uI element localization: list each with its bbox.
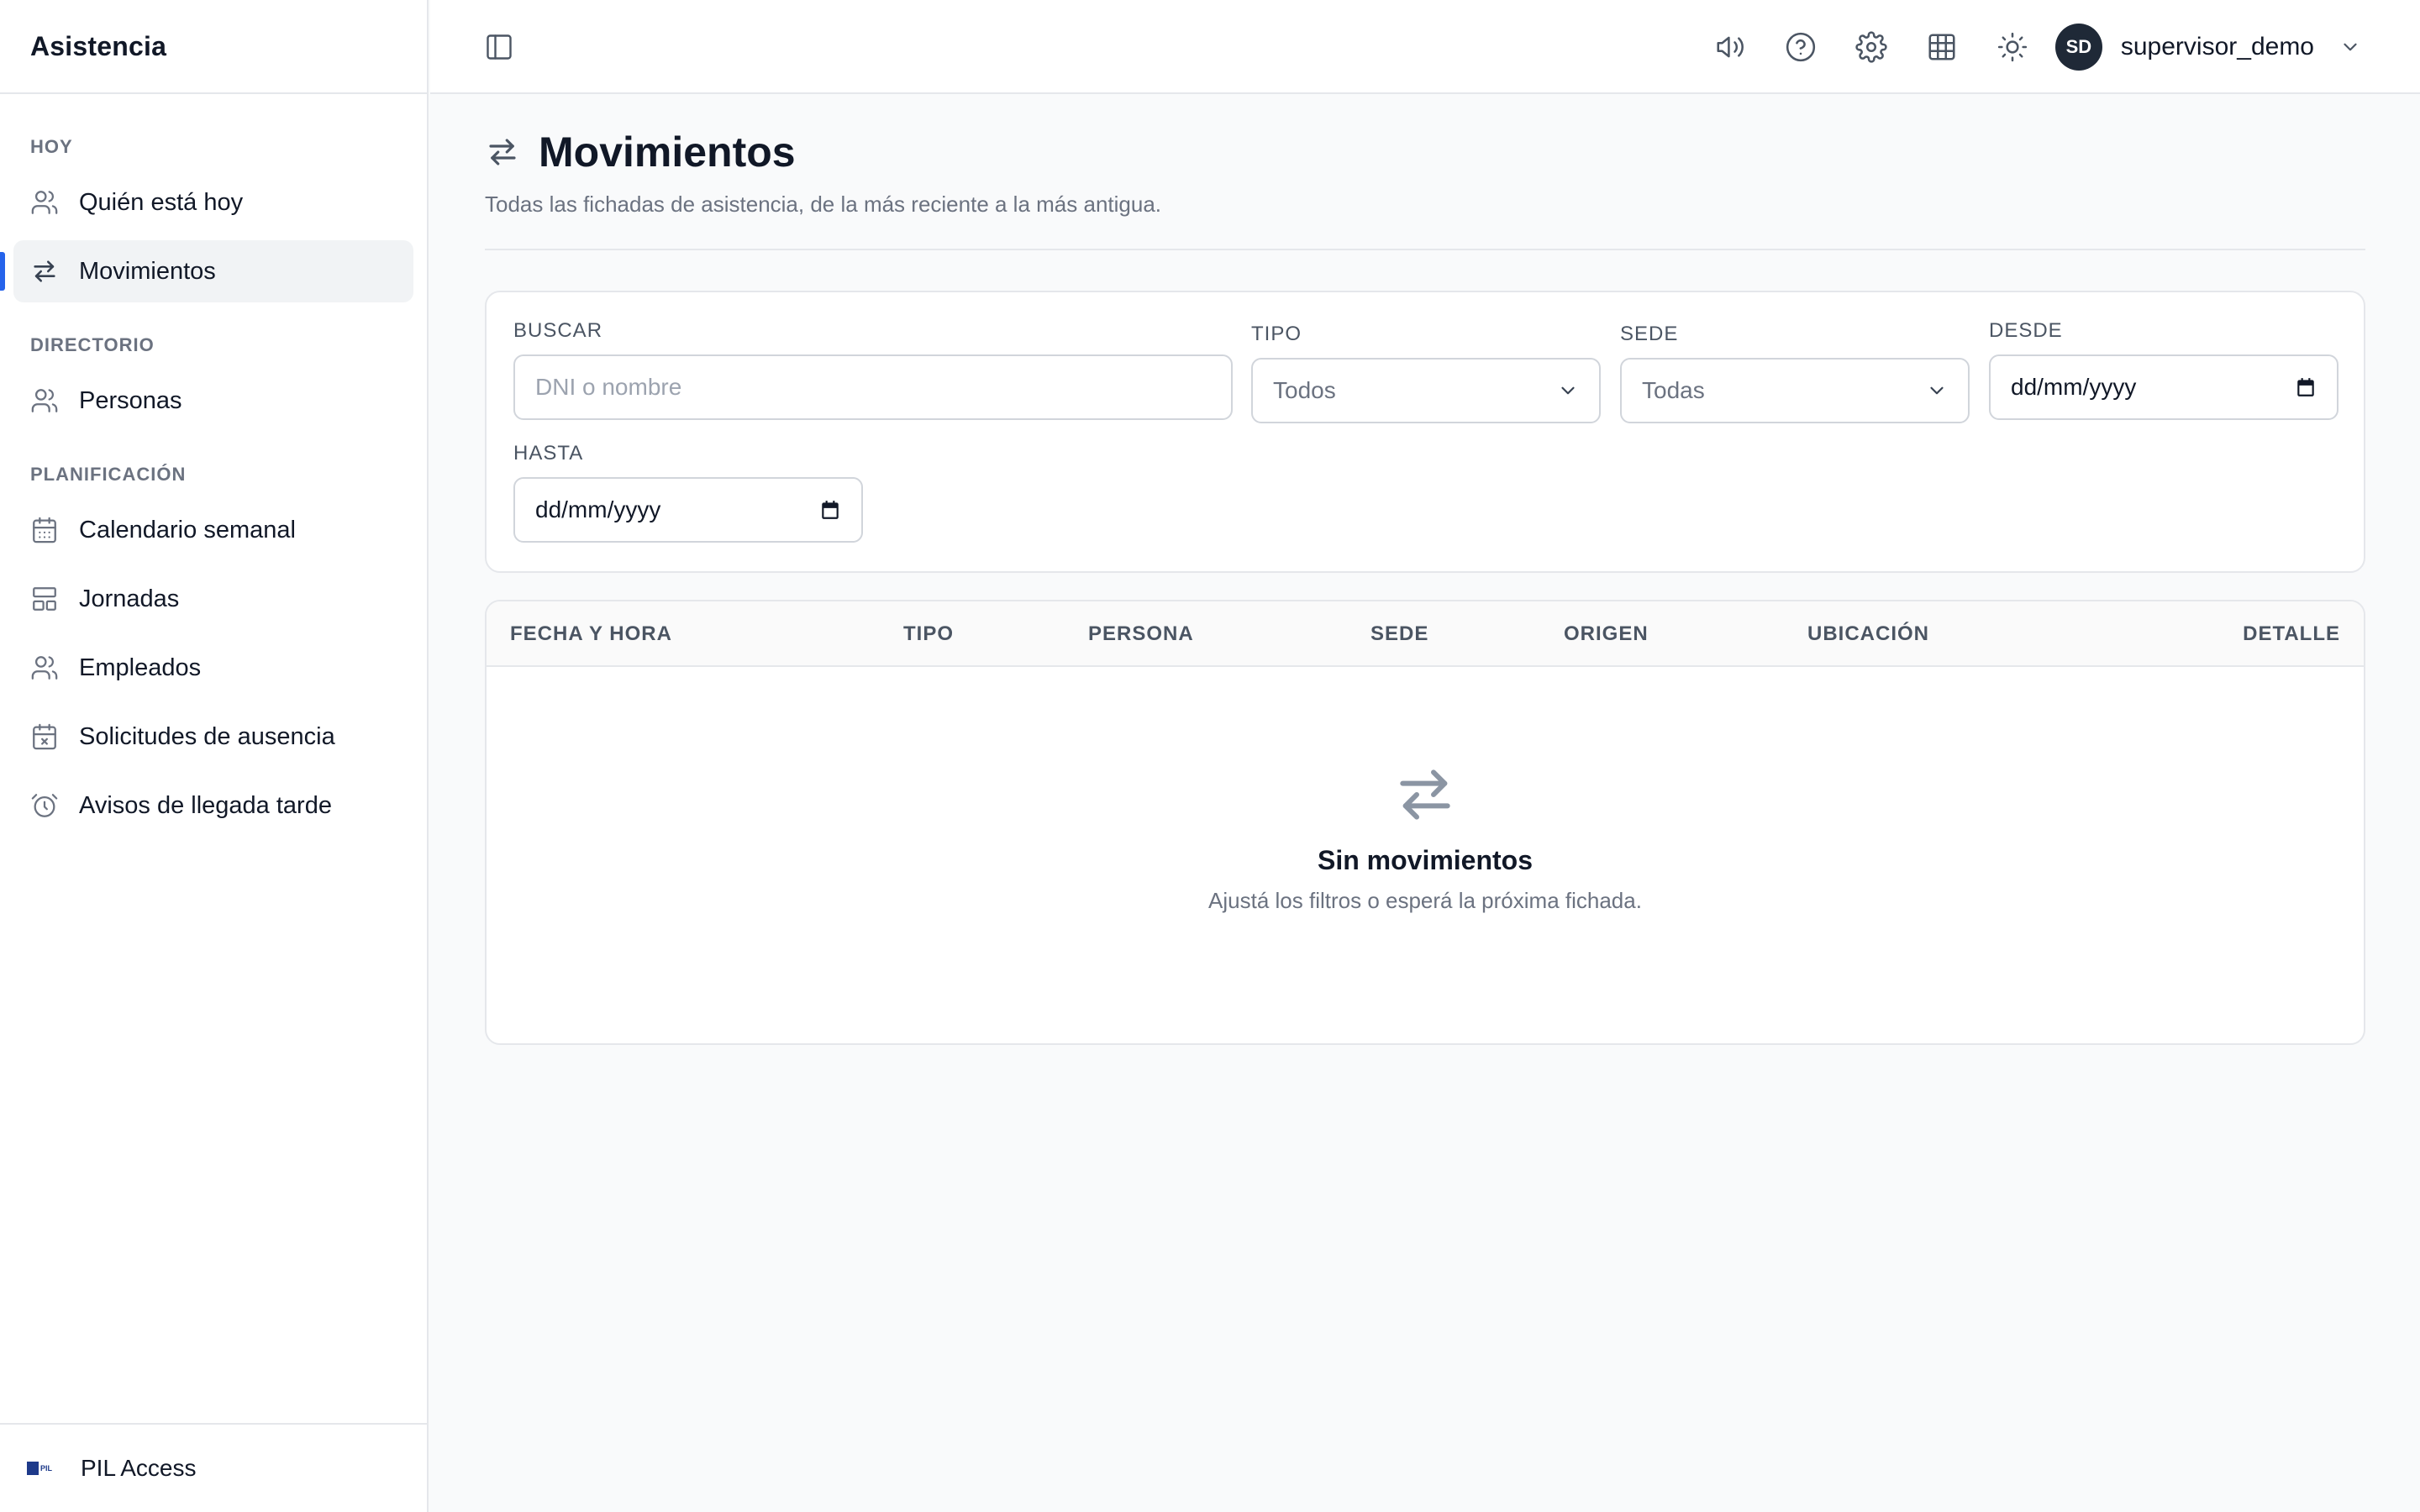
search-input[interactable]	[535, 356, 1211, 418]
column-ubicacion[interactable]: UBICACIÓN	[1807, 601, 1929, 667]
desde-date-input[interactable]: dd/mm/yyyy	[1989, 354, 2338, 420]
pil-logo: PIL	[27, 1460, 57, 1477]
chevron-down-icon	[1557, 380, 1579, 402]
column-persona[interactable]: PERSONA	[1088, 601, 1194, 667]
arrows-swap-icon	[30, 257, 59, 286]
sede-value: Todas	[1642, 377, 1705, 403]
sidebar-item-jornadas[interactable]: Jornadas	[13, 568, 413, 630]
hasta-field: HASTA dd/mm/yyyy	[513, 442, 863, 543]
sidebar-nav: HOY Quién está hoy Movimientos DIRECTORI…	[0, 136, 427, 837]
desde-field: DESDE dd/mm/yyyy	[1989, 319, 2338, 420]
search-label: BUSCAR	[513, 319, 603, 342]
page-title: Movimientos	[539, 129, 796, 176]
user-name[interactable]: supervisor_demo	[2121, 33, 2314, 61]
sun-icon[interactable]	[1996, 31, 2028, 63]
sidebar-header: Asistencia	[0, 0, 427, 94]
sidebar-item-label: Jornadas	[79, 585, 180, 612]
sidebar-item-avisos-de-llegada-tarde[interactable]: Avisos de llegada tarde	[13, 774, 413, 837]
sidebar-item-personas[interactable]: Personas	[13, 370, 413, 432]
chevron-down-icon	[1926, 380, 1948, 402]
calendar-icon[interactable]	[2295, 376, 2317, 398]
sidebar-item-label: Personas	[79, 386, 182, 414]
sidebar-item-label: Calendario semanal	[79, 516, 296, 543]
sidebar-item-label: Solicitudes de ausencia	[79, 722, 335, 750]
calendar-icon	[30, 516, 59, 544]
settings-icon[interactable]	[1855, 31, 1887, 63]
column-fecha-y-hora[interactable]: FECHA Y HORA	[510, 601, 672, 667]
help-icon[interactable]	[1785, 31, 1817, 63]
desde-label: DESDE	[1989, 319, 2063, 342]
sede-label: SEDE	[1620, 323, 1679, 345]
tipo-label: TIPO	[1251, 323, 1302, 345]
sidebar-item-label: Movimientos	[79, 257, 216, 285]
movements-table: FECHA Y HORA TIPO PERSONA SEDE ORIGEN UB…	[485, 600, 2365, 1045]
nav-section-planificacion: PLANIFICACIÓN	[30, 464, 187, 485]
users-icon	[30, 188, 59, 217]
sidebar-item-movimientos[interactable]: Movimientos	[0, 240, 413, 302]
table-header: FECHA Y HORA TIPO PERSONA SEDE ORIGEN UB…	[487, 601, 2364, 667]
layout-icon	[30, 585, 59, 613]
sede-field: SEDE Todas	[1620, 323, 1970, 423]
column-detalle[interactable]: DETALLE	[2243, 601, 2340, 667]
calendar-icon[interactable]	[819, 499, 841, 521]
sidebar-item-solicitudes-de-ausencia[interactable]: Solicitudes de ausencia	[13, 706, 413, 768]
logo-text: PIL	[40, 1463, 53, 1473]
calendar-x-icon	[30, 722, 59, 751]
chevron-down-icon[interactable]	[2339, 36, 2361, 58]
tipo-field: TIPO Todos	[1251, 323, 1601, 423]
page-subtitle: Todas las fichadas de asistencia, de la …	[485, 192, 1162, 217]
sidebar-toggle-icon[interactable]	[484, 32, 514, 62]
column-origen[interactable]: ORIGEN	[1564, 601, 1649, 667]
desde-value: dd/mm/yyyy	[2011, 374, 2137, 400]
volume-icon[interactable]	[1714, 31, 1746, 63]
tipo-value: Todos	[1273, 377, 1336, 403]
filters-card: BUSCAR TIPO Todos SEDE Todas DESDE dd/mm…	[485, 291, 2365, 573]
sidebar-item-empleados[interactable]: Empleados	[13, 637, 413, 699]
empty-text: Ajustá los filtros o esperá la próxima f…	[1208, 888, 1642, 913]
divider	[485, 249, 2365, 250]
nav-section-directorio: DIRECTORIO	[30, 334, 155, 355]
title-row: Movimientos	[485, 128, 2365, 176]
tipo-select[interactable]: Todos	[1251, 358, 1601, 423]
avatar[interactable]: SD	[2054, 24, 2102, 71]
topbar: SD supervisor_demo	[430, 0, 2420, 94]
hasta-value: dd/mm/yyyy	[535, 496, 661, 522]
sidebar-item-quien-esta-hoy[interactable]: Quién está hoy	[13, 171, 413, 234]
sidebar-footer[interactable]: PIL PIL Access	[0, 1423, 427, 1512]
search-field: BUSCAR	[513, 319, 1233, 420]
sidebar-item-label: Avisos de llegada tarde	[79, 791, 332, 819]
empty-title: Sin movimientos	[1317, 845, 1534, 875]
topbar-actions: SD supervisor_demo	[1714, 0, 2361, 94]
arrows-swap-icon	[1392, 761, 1459, 828]
app-title: Asistencia	[30, 30, 167, 61]
footer-label: PIL Access	[81, 1455, 197, 1481]
sidebar-item-label: Quién está hoy	[79, 188, 244, 216]
hasta-label: HASTA	[513, 442, 584, 465]
logo-mark	[27, 1462, 39, 1475]
empty-state: Sin movimientos Ajustá los filtros o esp…	[487, 761, 2364, 914]
sidebar-item-label: Empleados	[79, 654, 202, 681]
nav-section-hoy: HOY	[30, 136, 73, 157]
column-sede[interactable]: SEDE	[1370, 601, 1428, 667]
users-icon	[30, 654, 59, 682]
hasta-date-input[interactable]: dd/mm/yyyy	[513, 477, 863, 543]
grid-icon[interactable]	[1926, 31, 1958, 63]
search-box	[513, 354, 1233, 420]
sidebar-item-calendario-semanal[interactable]: Calendario semanal	[13, 499, 413, 561]
sede-select[interactable]: Todas	[1620, 358, 1970, 423]
page-header: Movimientos Todas las fichadas de asiste…	[485, 128, 2365, 218]
alarm-clock-icon	[30, 791, 59, 820]
column-tipo[interactable]: TIPO	[903, 601, 954, 667]
users-icon	[30, 386, 59, 415]
arrows-swap-icon	[485, 134, 520, 170]
sidebar: Asistencia HOY Quién está hoy Movimiento…	[0, 0, 429, 1512]
